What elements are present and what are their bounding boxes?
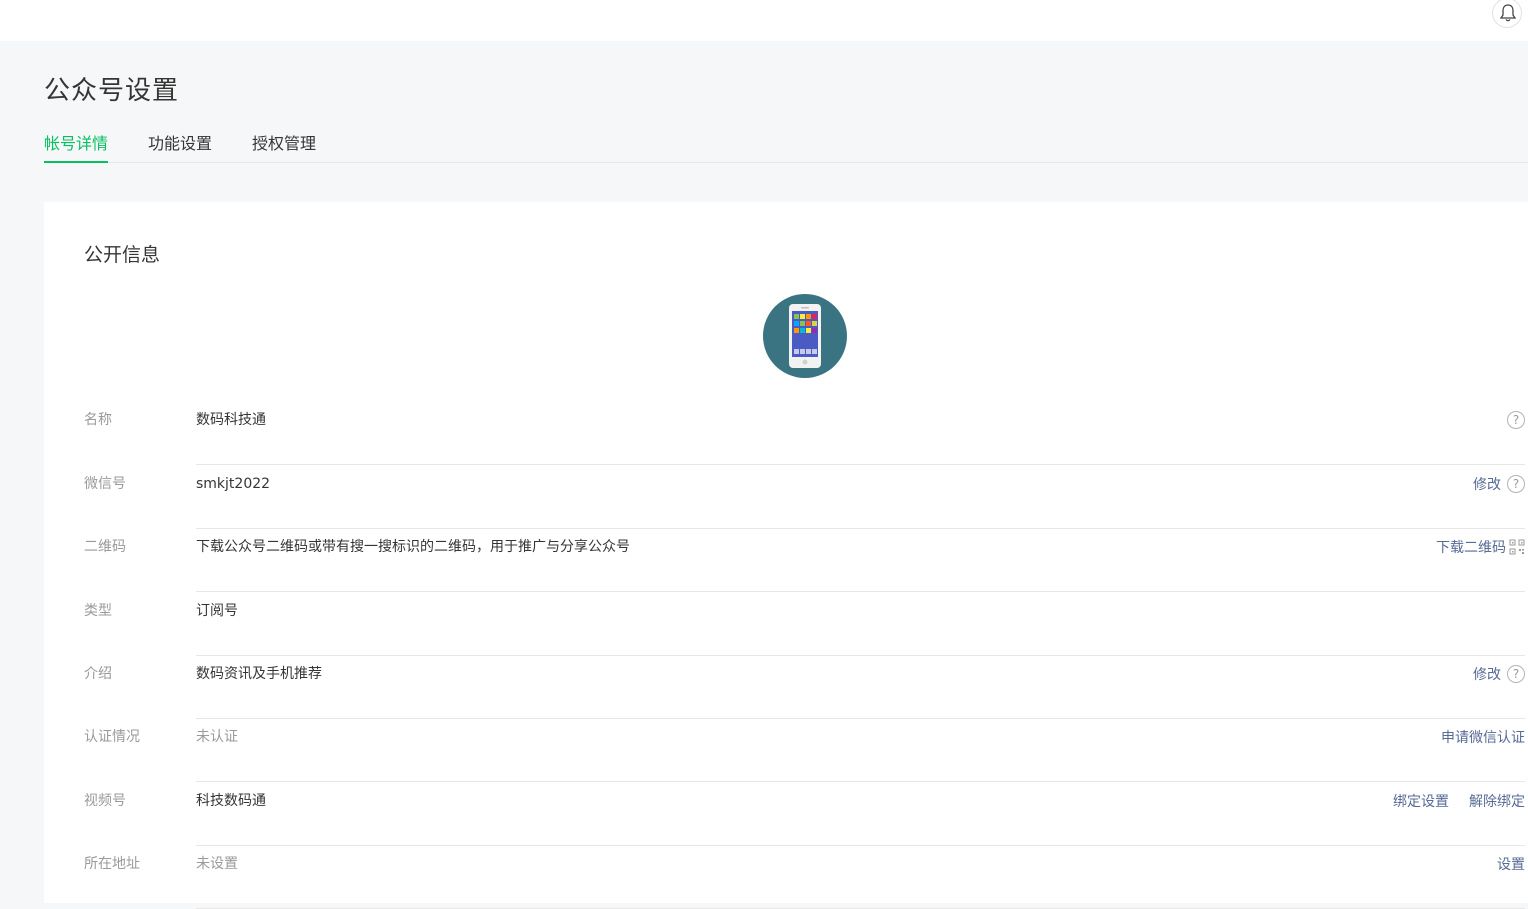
row-wechat-id: 微信号 smkjt2022 修改 ? — [84, 466, 1525, 529]
row-qrcode: 二维码 下载公众号二维码或带有搜一搜标识的二维码，用于推广与分享公众号 下载二维… — [84, 529, 1525, 592]
row-value: 科技数码通 — [196, 793, 266, 809]
tab-bar: 帐号详情 功能设置 授权管理 — [44, 120, 1528, 163]
phone-icon — [789, 304, 821, 368]
row-divider — [196, 781, 1525, 782]
download-qrcode-link[interactable]: 下载二维码 — [1436, 537, 1506, 557]
tab-function-settings[interactable]: 功能设置 — [148, 130, 212, 161]
row-label: 二维码 — [84, 539, 126, 555]
bind-settings-link[interactable]: 绑定设置 — [1393, 791, 1449, 811]
row-type: 类型 订阅号 — [84, 593, 1525, 656]
row-divider — [196, 591, 1525, 592]
help-icon[interactable]: ? — [1507, 411, 1525, 429]
top-bar — [0, 0, 1528, 41]
row-value: smkjt2022 — [196, 476, 271, 492]
unbind-link[interactable]: 解除绑定 — [1469, 791, 1525, 811]
row-name: 名称 数码科技通 ? — [84, 402, 1525, 465]
row-label: 认证情况 — [84, 729, 140, 745]
row-value: 数码科技通 — [196, 412, 266, 428]
avatar — [763, 294, 847, 378]
row-label: 名称 — [84, 412, 112, 428]
public-info-card: 公开信息 名称 数码科技通 ? 微信号 smkjt2022 修改 ? 二维码 下… — [44, 202, 1528, 909]
page-title: 公众号设置 — [44, 76, 180, 106]
row-label: 所在地址 — [84, 856, 140, 872]
section-title: 公开信息 — [84, 244, 161, 266]
row-verification: 认证情况 未认证 申请微信认证 — [84, 719, 1525, 782]
tab-account-details[interactable]: 帐号详情 — [44, 130, 109, 163]
row-divider — [196, 464, 1525, 465]
row-label: 类型 — [84, 603, 112, 619]
row-label: 视频号 — [84, 793, 126, 809]
row-intro: 介绍 数码资讯及手机推荐 修改 ? — [84, 656, 1525, 719]
row-address: 所在地址 未设置 设置 — [84, 846, 1525, 909]
edit-intro-link[interactable]: 修改 — [1473, 664, 1501, 684]
edit-wechat-id-link[interactable]: 修改 — [1473, 474, 1501, 494]
row-value: 订阅号 — [196, 603, 238, 619]
row-value: 数码资讯及手机推荐 — [196, 666, 322, 682]
row-label: 微信号 — [84, 476, 126, 492]
row-label: 介绍 — [84, 666, 112, 682]
row-value: 未认证 — [196, 729, 238, 745]
row-value: 未设置 — [196, 856, 238, 872]
set-address-link[interactable]: 设置 — [1497, 854, 1525, 874]
tab-authorization[interactable]: 授权管理 — [252, 130, 316, 161]
notification-button[interactable] — [1492, 0, 1522, 28]
qrcode-icon[interactable] — [1509, 539, 1525, 555]
row-channels: 视频号 科技数码通 绑定设置 解除绑定 — [84, 783, 1525, 846]
bell-icon — [1499, 4, 1517, 22]
row-value: 下载公众号二维码或带有搜一搜标识的二维码，用于推广与分享公众号 — [196, 539, 630, 555]
help-icon[interactable]: ? — [1507, 665, 1525, 683]
help-icon[interactable]: ? — [1507, 475, 1525, 493]
apply-verification-link[interactable]: 申请微信认证 — [1441, 727, 1525, 747]
